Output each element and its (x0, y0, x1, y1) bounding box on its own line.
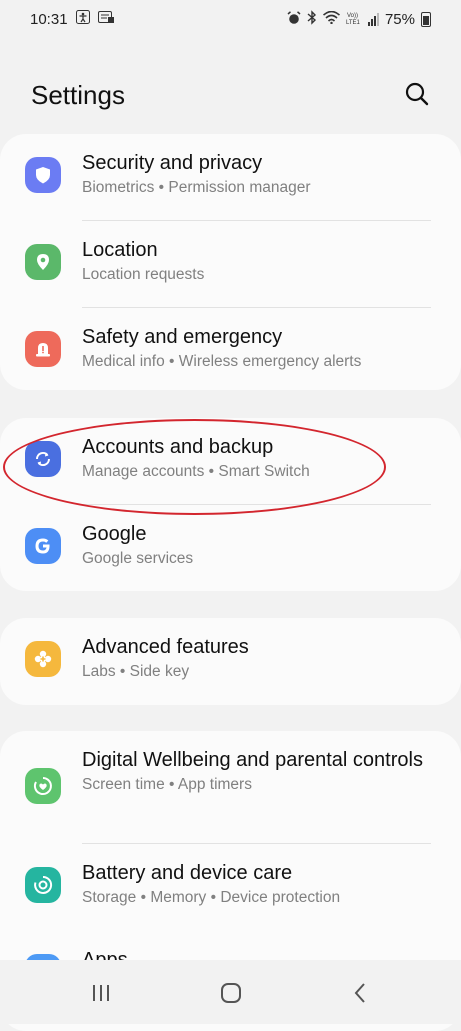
plus-gear-icon (25, 641, 61, 677)
item-text: Security and privacy Biometrics • Permis… (82, 150, 431, 199)
item-text: Advanced features Labs • Side key (82, 634, 431, 683)
settings-item-battery-device-care[interactable]: Battery and device care Storage • Memory… (0, 844, 461, 931)
status-time: 10:31 (30, 10, 68, 28)
recent-apps-button[interactable] (86, 978, 116, 1008)
status-right: Vo)) LTE1 75% (287, 10, 431, 29)
device-care-icon (25, 867, 61, 903)
settings-group-2: Accounts and backup Manage accounts • Sm… (0, 418, 461, 591)
settings-item-safety-emergency[interactable]: Safety and emergency Medical info • Wire… (0, 308, 461, 395)
item-text: Accounts and backup Manage accounts • Sm… (82, 434, 431, 483)
page-title: Settings (31, 80, 125, 110)
google-g-icon (25, 528, 61, 564)
item-title: Google (82, 523, 147, 545)
wifi-icon (322, 10, 340, 28)
back-button[interactable] (345, 978, 375, 1008)
item-subtitle: Biometrics • Permission manager (82, 179, 311, 196)
home-icon (221, 983, 241, 1003)
item-subtitle: Medical info • Wireless emergency alerts (82, 353, 362, 370)
item-title: Security and privacy (82, 152, 263, 174)
item-subtitle: Storage • Memory • Device protection (82, 889, 341, 906)
item-subtitle: Manage accounts • Smart Switch (82, 463, 310, 480)
signal-icon (367, 13, 379, 26)
heart-ring-icon (25, 768, 61, 804)
settings-item-location[interactable]: Location Location requests (0, 221, 461, 308)
recents-icon (93, 985, 109, 1001)
search-icon (405, 82, 429, 106)
status-left: 10:31 (30, 10, 114, 28)
settings-item-google[interactable]: Google Google services (0, 505, 461, 592)
settings-group-1: Security and privacy Biometrics • Permis… (0, 134, 461, 390)
item-title: Accounts and backup (82, 436, 274, 458)
settings-item-accounts-backup[interactable]: Accounts and backup Manage accounts • Sm… (0, 418, 461, 505)
accessibility-icon (75, 10, 90, 28)
header: Settings (31, 76, 431, 116)
item-text: Location Location requests (82, 237, 431, 286)
item-text: Google Google services (82, 521, 431, 570)
item-title: Battery and device care (82, 862, 293, 884)
notification-icon (97, 10, 114, 28)
settings-item-security-privacy[interactable]: Security and privacy Biometrics • Permis… (0, 134, 461, 221)
item-title: Digital Wellbeing and parental controls (82, 749, 423, 771)
item-subtitle: Location requests (82, 266, 205, 283)
battery-level: 75% (384, 11, 415, 28)
shield-icon (25, 157, 61, 193)
alarm-icon (287, 10, 301, 29)
svg-text:Vo)): Vo)) (347, 13, 358, 19)
search-button[interactable] (403, 80, 431, 108)
status-bar: 10:31 Vo)) LTE1 75% (0, 0, 461, 40)
settings-group-3: Advanced features Labs • Side key (0, 618, 461, 705)
item-title: Advanced features (82, 636, 249, 658)
siren-icon (25, 331, 61, 367)
navigation-bar (0, 960, 461, 1024)
home-button[interactable] (216, 978, 246, 1008)
item-subtitle: Screen time • App timers (82, 776, 252, 793)
item-title: Safety and emergency (82, 326, 283, 348)
item-subtitle: Labs • Side key (82, 663, 190, 680)
back-icon (354, 983, 365, 1003)
bluetooth-icon (307, 10, 317, 29)
item-text: Safety and emergency Medical info • Wire… (82, 324, 431, 373)
item-title: Location (82, 239, 158, 261)
item-text: Battery and device care Storage • Memory… (82, 860, 431, 909)
settings-item-digital-wellbeing[interactable]: Digital Wellbeing and parental controls … (0, 731, 461, 844)
volte-icon: Vo)) LTE1 (346, 11, 362, 29)
item-text: Digital Wellbeing and parental controls … (82, 747, 431, 796)
settings-item-advanced-features[interactable]: Advanced features Labs • Side key (0, 618, 461, 705)
sync-icon (25, 441, 61, 477)
svg-text:LTE1: LTE1 (346, 20, 361, 25)
battery-icon (421, 12, 431, 27)
location-pin-icon (25, 244, 61, 280)
item-subtitle: Google services (82, 550, 194, 567)
